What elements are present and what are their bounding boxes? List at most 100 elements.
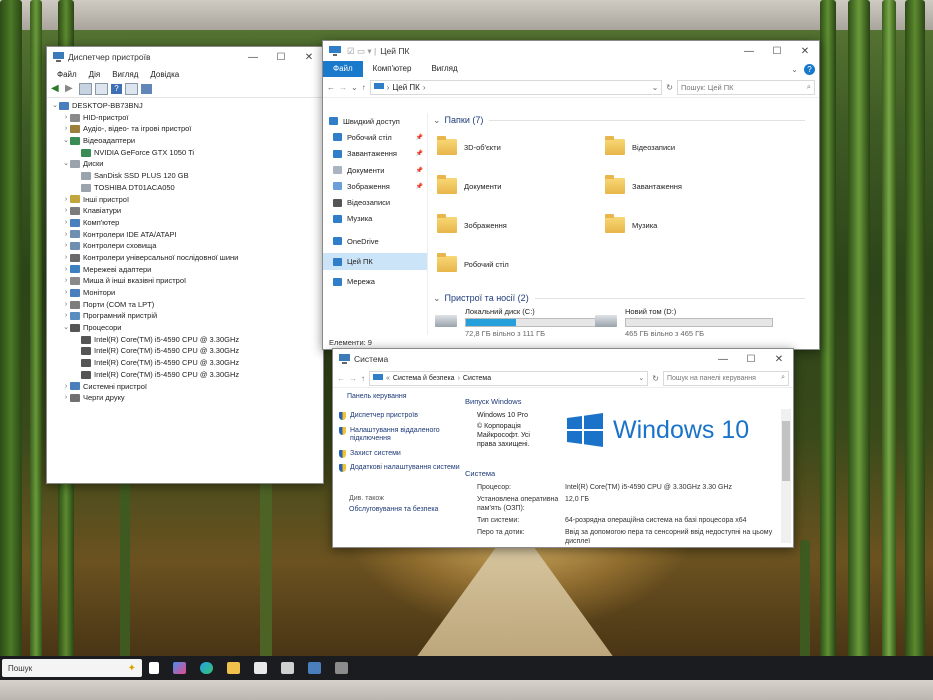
search-input[interactable]: Пошук: Цей ПК ⌕ [677,79,815,95]
device-manager-link[interactable]: Диспетчер пристроїв [333,412,463,421]
edge-icon[interactable] [200,662,213,674]
search-input[interactable]: Пошук на панелі керування ⌕ [663,370,789,386]
minimize-button[interactable]: — [735,41,763,61]
tree-node[interactable]: › Контролери сховища [47,240,323,252]
nav-item[interactable]: Мережа [323,274,427,290]
taskbar-search[interactable]: Пошук ✦ [2,659,142,677]
nav-item[interactable]: Цей ПК [323,253,427,270]
tab-view[interactable]: Вигляд [421,61,467,77]
system-window-taskbar-icon[interactable] [308,662,321,674]
tree-node[interactable]: › Комп'ютер [47,217,323,229]
menu-action[interactable]: Дія [83,70,107,79]
recent-dropdown-icon[interactable]: ⌄ [351,83,358,92]
pin-icon[interactable]: 📌 [416,134,423,141]
collapsed-chevron-icon[interactable]: › [62,381,70,393]
folder-item[interactable]: Музика [605,214,657,233]
back-arrow-icon[interactable]: ◀ [51,84,62,94]
close-button[interactable]: ✕ [295,47,323,67]
pin-icon[interactable]: 📌 [416,167,423,174]
address-bar[interactable]: « Система й безпека › Система ⌄ [369,370,649,386]
nav-item[interactable]: OneDrive [323,233,427,249]
address-dropdown-icon[interactable]: ⌄ [638,374,644,382]
tree-node[interactable]: › Контролери універсальної послідовної ши… [47,252,323,264]
pin-icon[interactable]: 📌 [416,183,423,190]
device-manager-titlebar[interactable]: Диспетчер пристроїв — ☐ ✕ [47,47,323,67]
tree-node[interactable]: › Програмний пристрій [47,310,323,322]
file-explorer-icon[interactable] [227,662,240,674]
list-view-icon[interactable] [95,83,108,95]
close-button[interactable]: ✕ [791,41,819,61]
advanced-settings-link[interactable]: Додаткові налаштування системи [333,464,463,473]
forward-arrow-icon[interactable]: → [349,374,357,383]
drive-item[interactable]: Новий том (D:) 465 ГБ вільно з 465 ГБ [595,307,773,338]
tab-file[interactable]: Файл [323,61,363,77]
maximize-button[interactable]: ☐ [267,47,295,67]
folder-item[interactable]: Відеозаписи [605,136,675,155]
mail-icon[interactable] [281,662,294,674]
collapsed-chevron-icon[interactable]: › [62,112,70,124]
remote-settings-link[interactable]: Налаштування віддаленого підключення [333,426,463,444]
collapsed-chevron-icon[interactable]: › [62,252,70,264]
nav-item[interactable]: Відеозаписи [323,194,427,210]
folder-item[interactable]: Зображення [437,214,507,233]
nav-item[interactable]: Зображення 📌 [323,178,427,194]
tree-node[interactable]: Intel(R) Core(TM) i5-4590 CPU @ 3.30GHz [47,334,323,346]
ribbon-expand-icon[interactable]: ⌄ [791,65,798,74]
expanded-chevron-icon[interactable]: ⌄ [62,135,70,147]
expanded-chevron-icon[interactable]: ⌄ [51,100,59,112]
maximize-button[interactable]: ☐ [763,41,791,61]
tree-node[interactable]: › Порти (COM та LPT) [47,299,323,311]
task-view-icon[interactable] [149,662,159,674]
store-icon[interactable] [254,662,267,674]
refresh-icon[interactable]: ↻ [666,83,673,92]
tree-node[interactable]: Intel(R) Core(TM) i5-4590 CPU @ 3.30GHz [47,345,323,357]
collapsed-chevron-icon[interactable]: › [62,205,70,217]
drive-item[interactable]: Локальний диск (C:) 72,8 ГБ вільно з 111 … [435,307,613,338]
tree-node[interactable]: › Мережеві адаптери [47,264,323,276]
up-arrow-icon[interactable]: ↑ [362,83,366,92]
nav-item[interactable]: Швидкий доступ [323,113,427,129]
collapsed-chevron-icon[interactable]: › [62,240,70,252]
help-icon[interactable]: ? [111,84,122,94]
devices-section-header[interactable]: ⌄ Пристрої та носії (2) [433,291,805,305]
tree-node[interactable]: › Миша й інші вказівні пристрої [47,275,323,287]
refresh-icon[interactable]: ↻ [652,374,659,383]
back-arrow-icon[interactable]: ← [337,374,345,383]
collapsed-chevron-icon[interactable]: › [62,310,70,322]
collapsed-chevron-icon[interactable]: › [62,217,70,229]
tree-node[interactable]: ⌄ DESKTOP-BB73BNJ [47,100,323,112]
up-arrow-icon[interactable]: ↑ [361,374,365,383]
address-dropdown-icon[interactable]: ⌄ [652,83,659,92]
collapsed-chevron-icon[interactable]: › [62,392,70,404]
properties-icon[interactable] [79,83,92,95]
nav-item[interactable]: Робочий стіл 📌 [323,129,427,145]
collapsed-chevron-icon[interactable]: › [62,264,70,276]
collapsed-chevron-icon[interactable]: › [62,275,70,287]
forward-arrow-icon[interactable]: → [339,83,347,92]
address-bar[interactable]: › Цей ПК › ⌄ [369,79,663,95]
tree-node[interactable]: Intel(R) Core(TM) i5-4590 CPU @ 3.30GHz [47,357,323,369]
menu-file[interactable]: Файл [51,70,83,79]
folder-item[interactable]: Робочий стіл [437,253,509,272]
tree-node[interactable]: › Контролери IDE ATA/ATAPI [47,229,323,241]
tree-node[interactable]: ⌄ Відеоадаптери [47,135,323,147]
vertical-scrollbar[interactable] [781,409,791,543]
collapsed-chevron-icon[interactable]: › [62,229,70,241]
back-arrow-icon[interactable]: ← [327,83,335,92]
expanded-chevron-icon[interactable]: ⌄ [62,158,70,170]
control-panel-home-link[interactable]: Панель керування [333,393,463,400]
tree-node[interactable]: › Аудіо-, відео- та ігрові пристрої [47,123,323,135]
tree-node[interactable]: › HID-пристрої [47,112,323,124]
nav-item[interactable]: Завантаження 📌 [323,146,427,162]
folder-item[interactable]: 3D-об'єкти [437,136,501,155]
menu-help[interactable]: Довідка [144,70,185,79]
details-icon[interactable] [125,83,138,95]
minimize-button[interactable]: — [709,349,737,369]
pin-icon[interactable]: 📌 [416,150,423,157]
menu-view[interactable]: Вигляд [106,70,144,79]
scrollbar-thumb[interactable] [782,421,790,481]
tree-node[interactable]: › Монітори [47,287,323,299]
expanded-chevron-icon[interactable]: ⌄ [62,322,70,334]
tree-node[interactable]: › Системні пристрої [47,381,323,393]
nav-item[interactable]: Музика [323,211,427,227]
